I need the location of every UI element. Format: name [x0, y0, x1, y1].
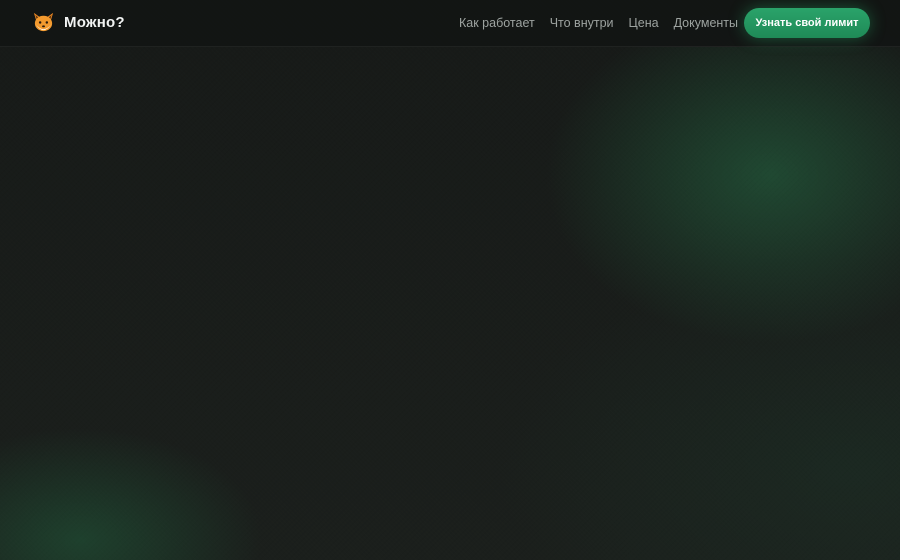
- background-noise: [0, 0, 900, 560]
- page: Можно? Как работает Что внутри Цена Доку…: [0, 0, 900, 560]
- nav-link-how-it-works[interactable]: Как работает: [459, 15, 535, 31]
- brand-logo-link[interactable]: Можно?: [32, 11, 125, 34]
- nav-link-price[interactable]: Цена: [629, 15, 659, 31]
- nav-link-whats-inside[interactable]: Что внутри: [550, 15, 614, 31]
- brand-name: Можно?: [64, 14, 125, 31]
- top-navbar: Можно? Как работает Что внутри Цена Доку…: [0, 0, 900, 47]
- fox-face-icon: [33, 12, 54, 32]
- nav-link-documents[interactable]: Документы: [674, 15, 738, 31]
- main-nav: Как работает Что внутри Цена Документы: [459, 15, 738, 31]
- check-limit-button[interactable]: Узнать свой лимит: [744, 8, 870, 38]
